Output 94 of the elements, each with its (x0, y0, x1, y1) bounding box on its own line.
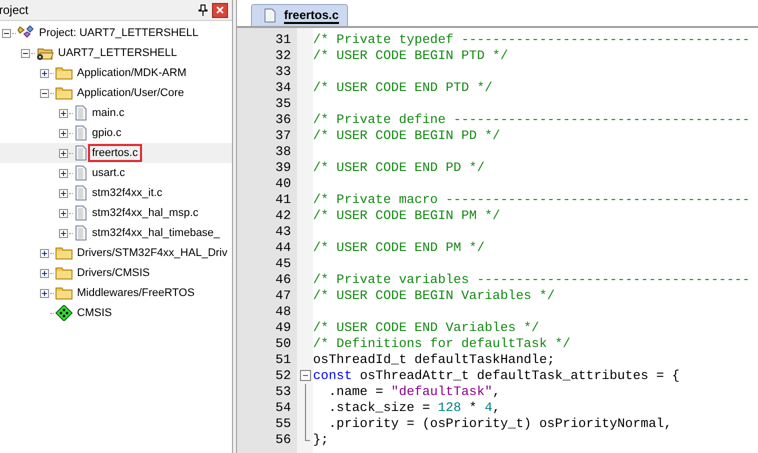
line-number: 34 (274, 80, 292, 96)
collapse-icon[interactable] (21, 48, 30, 58)
code-line: /* USER CODE END PM */ (313, 240, 486, 256)
line-number: 49 (274, 320, 292, 336)
line-number: 48 (274, 304, 292, 320)
code-line: /* USER CODE BEGIN PM */ (313, 208, 502, 224)
tree-item[interactable]: Project: UART7_LETTERSHELL (0, 23, 232, 43)
file-icon (264, 8, 276, 23)
tree-item[interactable]: Application/User/Core (0, 83, 232, 103)
code-line: /* USER CODE BEGIN PTD */ (313, 48, 510, 64)
tree-item[interactable]: Drivers/CMSIS (0, 263, 232, 283)
expand-icon[interactable] (59, 208, 68, 218)
folder-icon (55, 85, 73, 101)
line-number: 43 (274, 224, 292, 240)
file-icon (74, 125, 88, 141)
collapse-icon[interactable] (2, 28, 11, 38)
line-number: 39 (274, 160, 292, 176)
code-line: /* Private variables ----------------------------------- (313, 272, 751, 288)
collapse-icon[interactable] (40, 88, 49, 98)
code-line: /* USER CODE END PTD */ (313, 80, 494, 96)
code-line: .name = "defaultTask", (328, 384, 502, 400)
line-number: 53 (274, 384, 292, 400)
line-number: 42 (274, 208, 292, 224)
line-number: 37 (274, 128, 292, 144)
expand-icon[interactable] (59, 168, 68, 178)
line-number: 52 (274, 368, 292, 384)
line-number: 46 (274, 272, 292, 288)
line-number: 54 (274, 400, 292, 416)
code-line: /* USER CODE END Variables */ (313, 320, 540, 336)
file-icon (74, 205, 88, 221)
line-number: 36 (274, 112, 292, 128)
expand-icon[interactable] (59, 128, 68, 138)
line-number: 35 (274, 96, 292, 112)
code-line: const osThreadAttr_t defaultTask_attributes = { (313, 368, 681, 384)
line-number: 40 (274, 176, 292, 192)
file-icon (74, 225, 88, 241)
expand-icon[interactable] (59, 148, 68, 158)
tree-item[interactable]: stm32f4xx_it.c (0, 183, 232, 203)
close-button[interactable] (212, 2, 228, 18)
tree-item[interactable]: freertos.c (0, 143, 232, 163)
tree-item[interactable]: UART7_LETTERSHELL (0, 43, 232, 63)
tree-item[interactable]: gpio.c (0, 123, 232, 143)
tree-item[interactable]: Drivers/STM32F4xx_HAL_Driv (0, 243, 232, 263)
tree-item[interactable]: usart.c (0, 163, 232, 183)
line-number: 44 (274, 240, 292, 256)
tree-item[interactable]: Application/MDK-ARM (0, 63, 232, 83)
code-line: .priority = (osPriority_t) osPriorityNormal, (328, 416, 673, 432)
line-number: 41 (274, 192, 292, 208)
expand-icon[interactable] (40, 268, 49, 278)
close-icon (216, 6, 224, 14)
folder-icon (55, 265, 73, 281)
line-number: 47 (274, 288, 292, 304)
code-line: /* USER CODE END PD */ (313, 160, 486, 176)
tree-item[interactable]: main.c (0, 103, 232, 123)
file-tab[interactable]: freertos.c (251, 4, 348, 26)
code-line: /* Private define -------------------------------------- (313, 112, 751, 128)
expand-icon[interactable] (40, 68, 49, 78)
line-number: 55 (274, 416, 292, 432)
line-number: 50 (274, 336, 292, 352)
tree-item[interactable]: CMSIS (0, 303, 232, 323)
code-line: .stack_size = 128 * 4, (328, 400, 502, 416)
pin-icon[interactable] (198, 4, 208, 16)
file-icon (74, 105, 88, 121)
code-line: /* USER CODE BEGIN Variables */ (313, 288, 556, 304)
code-line: /* Private macro --------------------------------------- (313, 192, 751, 208)
folder-icon (55, 65, 73, 81)
line-number: 45 (274, 256, 292, 272)
expand-icon[interactable] (40, 248, 49, 258)
expand-icon[interactable] (40, 288, 49, 298)
tree-item[interactable]: stm32f4xx_hal_msp.c (0, 203, 232, 223)
expand-icon[interactable] (59, 188, 68, 198)
code-line: /* Definitions for defaultTask */ (313, 336, 572, 352)
line-number: 31 (274, 32, 292, 48)
line-number: 38 (274, 144, 292, 160)
component-icon (55, 305, 73, 321)
line-number: 32 (274, 48, 292, 64)
fold-icon[interactable] (300, 370, 310, 381)
file-icon (74, 145, 88, 161)
expand-icon[interactable] (59, 228, 68, 238)
line-number: 56 (274, 432, 292, 448)
line-number: 33 (274, 64, 292, 80)
file-icon (74, 165, 88, 181)
tree-item[interactable]: stm32f4xx_hal_timebase_ (0, 223, 232, 243)
expand-icon[interactable] (59, 108, 68, 118)
folder-icon (55, 285, 73, 301)
code-line: /* USER CODE BEGIN PD */ (313, 128, 502, 144)
code-line: /* Private typedef ------------------------------------- (313, 32, 751, 48)
code-line: }; (313, 432, 330, 448)
file-icon (74, 185, 88, 201)
panel-title: roject (0, 3, 30, 17)
line-number: 51 (274, 352, 292, 368)
folder-icon (55, 245, 73, 261)
tree-item[interactable]: Middlewares/FreeRTOS (0, 283, 232, 303)
code-line: osThreadId_t defaultTaskHandle; (313, 352, 556, 368)
